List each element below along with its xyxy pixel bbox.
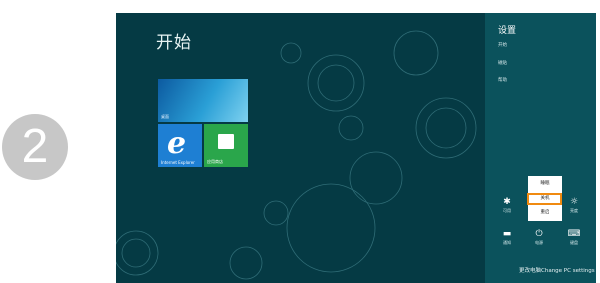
power-button[interactable]: ⏻ 电源: [527, 229, 551, 246]
change-pc-settings-link[interactable]: 更改电脑Change PC settings: [519, 266, 595, 274]
desktop-tile-label: 桌面: [161, 114, 169, 119]
network-button[interactable]: ✱ 可用: [495, 197, 519, 214]
brightness-icon: ☼: [569, 197, 579, 207]
windows-start-screen: 开始 桌面 e Internet Explorer 应用商店 设置 开始 磁贴 …: [116, 13, 596, 283]
network-label: 可用: [503, 208, 511, 213]
internet-explorer-tile[interactable]: e Internet Explorer: [158, 124, 202, 167]
desktop-tile[interactable]: 桌面: [158, 79, 248, 122]
power-label: 电源: [535, 240, 543, 245]
notifications-icon: ▬: [502, 229, 512, 239]
notifications-button[interactable]: ▬ 通知: [495, 229, 519, 246]
settings-link-help[interactable]: 帮助: [498, 77, 507, 83]
brightness-label: 亮度: [570, 208, 578, 213]
keyboard-label: 键盘: [570, 240, 578, 245]
shutdown-highlight-box: [527, 193, 562, 205]
power-icon: ⏻: [535, 229, 543, 239]
settings-link-tiles[interactable]: 磁贴: [498, 60, 507, 66]
internet-explorer-tile-label: Internet Explorer: [161, 160, 195, 165]
start-title: 开始: [156, 33, 192, 53]
keyboard-button[interactable]: ⌨ 键盘: [562, 229, 586, 246]
keyboard-icon: ⌨: [567, 229, 581, 239]
settings-link-start[interactable]: 开始: [498, 42, 507, 48]
internet-explorer-icon: e: [167, 126, 187, 161]
network-icon: ✱: [503, 197, 511, 207]
shopping-bag-icon: [218, 134, 234, 149]
brightness-button[interactable]: ☼ 亮度: [562, 197, 586, 214]
notifications-label: 通知: [503, 240, 511, 245]
step-number-badge: 2: [2, 114, 68, 180]
store-tile[interactable]: 应用商店: [204, 124, 248, 167]
settings-charm-panel: 设置 开始 磁贴 帮助 ✱ 可用 ◀ 音量 ☼ 亮度 ▬ 通知 ⏻ 电源 ⌨ 键…: [485, 13, 596, 283]
sleep-menu-item[interactable]: 睡眠: [530, 179, 560, 188]
settings-title: 设置: [498, 26, 517, 36]
store-tile-label: 应用商店: [207, 159, 223, 164]
restart-menu-item[interactable]: 重启: [530, 208, 560, 217]
